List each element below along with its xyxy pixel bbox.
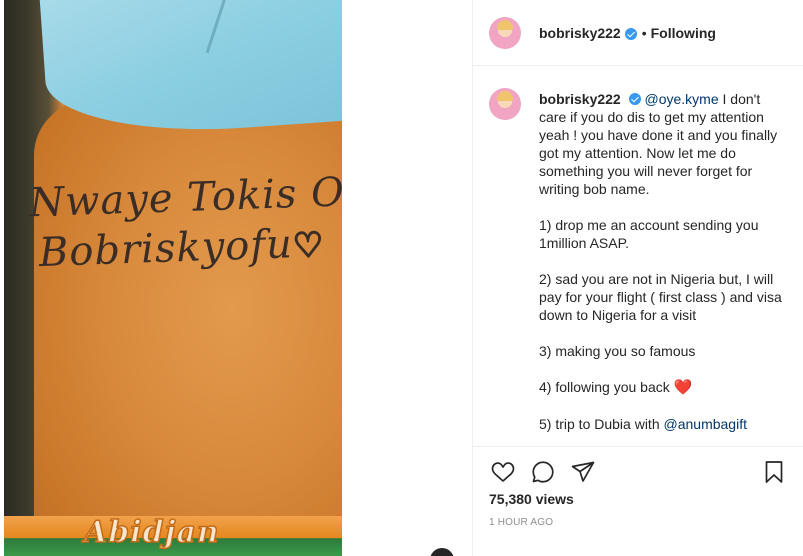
caption-intro: bobrisky222 @oye.kyme I don't care if yo… [539, 90, 783, 198]
author-username[interactable]: bobrisky222 [539, 25, 621, 41]
post-timestamp[interactable]: 1 HOUR AGO [473, 517, 803, 528]
author-avatar[interactable] [489, 16, 521, 49]
mute-toggle-button[interactable] [430, 548, 454, 556]
caption-item-2: 2) sad you are not in Nigeria but, I wil… [539, 271, 782, 323]
caption-avatar[interactable] [489, 88, 521, 120]
post-media[interactable]: Nwaye Tokis Olanre Bobriskyofu♡ Abidjan [0, 0, 472, 556]
comment-icon [532, 461, 554, 483]
post-actions-section: 75,380 views 1 HOUR AGO [473, 446, 803, 528]
tattoo-line-1: Nwaye Tokis Olanre [28, 165, 342, 227]
bookmark-icon [765, 461, 783, 483]
caption-mention-2[interactable]: @anumbagift [664, 416, 747, 432]
header-separator: • [641, 24, 647, 41]
red-heart-emoji: ❤️ [673, 379, 693, 396]
post-side-panel: bobrisky222 • Following bobrisky222 @oye… [472, 0, 803, 556]
caption-item-5: 5) trip to Dubia with @anumbagift [539, 415, 783, 433]
tattoo-heart: ♡ [291, 224, 326, 267]
tattoo-line-2-text: Bobriskyofu [38, 221, 294, 277]
following-button[interactable]: Following [651, 25, 716, 41]
share-icon [571, 461, 595, 482]
heart-icon [491, 462, 515, 482]
caption-mention[interactable]: @oye.kyme [645, 91, 719, 107]
like-button[interactable] [489, 458, 517, 486]
save-button[interactable] [760, 458, 788, 486]
tattoo-script: Nwaye Tokis Olanre Bobriskyofu♡ [22, 165, 342, 277]
action-bar [473, 447, 803, 497]
caption-item-3: 3) making you so famous [539, 343, 696, 359]
post-caption: bobrisky222 @oye.kyme I don't care if yo… [539, 90, 783, 446]
comments-section[interactable]: bobrisky222 @oye.kyme I don't care if yo… [473, 66, 803, 446]
video-player[interactable]: Nwaye Tokis Olanre Bobriskyofu♡ Abidjan [4, 0, 342, 556]
caption-item-5-text: 5) trip to Dubia with [539, 416, 664, 432]
verified-badge-icon [628, 93, 641, 105]
location-sticker: Abidjan [83, 514, 220, 551]
caption-item-4: 4) following you back ❤️ [539, 378, 783, 397]
caption-username[interactable]: bobrisky222 [539, 91, 621, 107]
verified-badge-icon [624, 27, 637, 40]
share-button[interactable] [569, 458, 597, 486]
thigh-skin [34, 95, 342, 556]
caption-item-4-text: 4) following you back [539, 379, 674, 395]
comment-button[interactable] [529, 458, 557, 486]
caption-item-1: 1) drop me an account sending you 1milli… [539, 217, 759, 251]
post-header: bobrisky222 • Following [473, 0, 803, 66]
view-count[interactable]: 75,380 views [473, 491, 803, 507]
